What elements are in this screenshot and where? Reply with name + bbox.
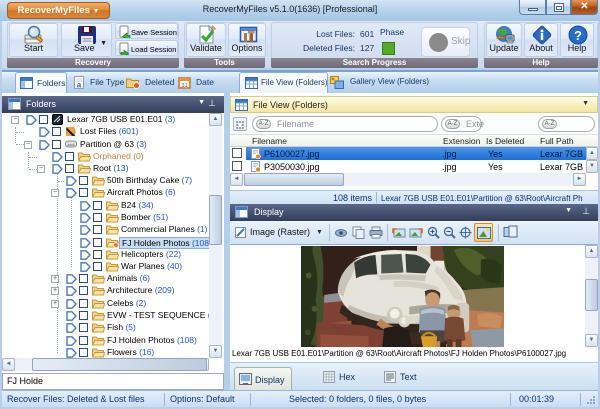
svg-text:a: a <box>77 81 82 90</box>
svg-text:?: ? <box>574 28 582 43</box>
svg-text:31: 31 <box>181 83 187 89</box>
